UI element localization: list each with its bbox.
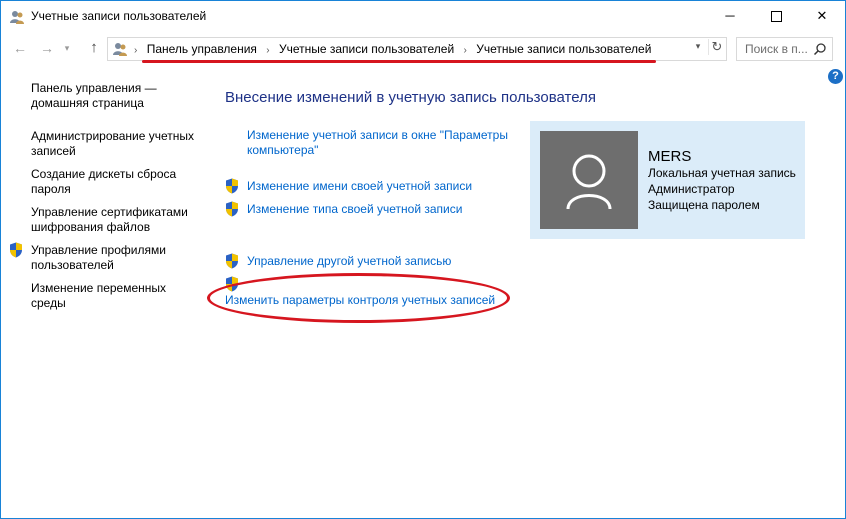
uac-shield-icon xyxy=(226,201,238,217)
sidebar-item-label: Управление сертификатами xyxy=(31,205,188,219)
back-button[interactable]: ← xyxy=(11,38,29,58)
task-label: Изменение учетной записи в окне "Парамет… xyxy=(247,128,508,142)
sidebar-item-label: Администрирование учетных xyxy=(31,129,195,143)
user-account-panel: MERS Локальная учетная запись Администра… xyxy=(530,121,805,239)
control-panel-users-icon xyxy=(113,43,127,56)
task-change-account-type[interactable]: Изменение типа своей учетной записи xyxy=(247,202,462,217)
sidebar-item-label: среды xyxy=(31,296,66,310)
highlight-ellipse-annotation xyxy=(207,273,510,323)
sidebar-item-label: пользователей xyxy=(31,258,114,272)
forward-button[interactable]: → xyxy=(38,38,56,58)
task-manage-another-account[interactable]: Управление другой учетной записью xyxy=(247,254,451,269)
minimize-icon: ─ xyxy=(725,8,735,23)
user-name: MERS xyxy=(648,148,692,165)
breadcrumb-control-panel[interactable]: Панель управления xyxy=(147,42,257,56)
refresh-icon[interactable]: ↻ xyxy=(708,39,725,55)
search-placeholder: Поиск в п... xyxy=(745,42,808,56)
window-title: Учетные записи пользователей xyxy=(31,9,207,23)
sidebar-item-password-reset-disk[interactable]: Создание дискеты сброса пароля xyxy=(31,167,176,197)
sidebar-item-label: Создание дискеты сброса xyxy=(31,167,177,181)
users-icon xyxy=(10,11,24,24)
task-change-account-in-settings[interactable]: Изменение учетной записи в окне "Парамет… xyxy=(247,128,508,158)
sidebar-item-environment-variables[interactable]: Изменение переменных среды xyxy=(31,281,166,311)
breadcrumb-user-accounts-current[interactable]: Учетные записи пользователей xyxy=(476,42,651,56)
account-type: Локальная учетная запись xyxy=(648,166,796,180)
address-dropdown-icon[interactable]: ▾ xyxy=(692,41,704,52)
sidebar-item-user-profiles[interactable]: Управление профилями пользователей xyxy=(31,243,166,273)
breadcrumb-user-accounts[interactable]: Учетные записи пользователей xyxy=(279,42,454,56)
breadcrumb: › Панель управления › Учетные записи пол… xyxy=(134,42,651,56)
search-icon[interactable] xyxy=(813,42,827,56)
breadcrumb-separator[interactable]: › xyxy=(266,45,269,56)
task-change-account-name[interactable]: Изменение имени своей учетной записи xyxy=(247,179,472,194)
sidebar-item-encryption-certificates[interactable]: Управление сертификатами шифрования файл… xyxy=(31,205,188,235)
uac-shield-icon xyxy=(226,178,238,194)
sidebar-item-label: записей xyxy=(31,144,76,158)
address-field[interactable]: › Панель управления › Учетные записи пол… xyxy=(107,37,727,61)
sidebar-item-label: пароля xyxy=(31,182,71,196)
uac-shield-icon xyxy=(10,242,22,258)
highlight-underline-annotation xyxy=(142,60,656,63)
control-panel-window: Учетные записи пользователей ─ ✕ ← → ▾ ↑… xyxy=(0,0,846,519)
sidebar-item-label: Изменение переменных xyxy=(31,281,167,295)
maximize-icon xyxy=(770,11,782,23)
breadcrumb-separator: › xyxy=(134,45,138,56)
page-title: Внесение изменений в учетную запись поль… xyxy=(225,89,596,106)
sidebar-item-label: шифрования файлов xyxy=(31,220,151,234)
close-icon: ✕ xyxy=(816,8,828,23)
sidebar-item-label: Панель управления — xyxy=(31,81,157,95)
avatar xyxy=(540,131,638,229)
user-info: MERS Локальная учетная запись Администра… xyxy=(648,149,796,213)
title-bar: Учетные записи пользователей ─ ✕ xyxy=(1,1,845,32)
account-role: Администратор xyxy=(648,182,735,196)
task-label: компьютера" xyxy=(247,143,319,157)
close-button[interactable]: ✕ xyxy=(799,1,845,32)
maximize-button[interactable] xyxy=(753,1,799,32)
sidebar-item-control-panel-home[interactable]: Панель управления — домашняя страница xyxy=(31,81,157,111)
sidebar-item-label: домашняя страница xyxy=(31,96,144,110)
user-silhouette-icon xyxy=(566,154,612,210)
breadcrumb-separator[interactable]: › xyxy=(464,45,467,56)
recent-locations-dropdown[interactable]: ▾ xyxy=(61,38,73,58)
password-status: Защищена паролем xyxy=(648,198,760,212)
sidebar-item-label: Управление профилями xyxy=(31,243,166,257)
up-button[interactable]: ↑ xyxy=(85,38,103,58)
search-input[interactable]: Поиск в п... xyxy=(736,37,833,61)
sidebar-item-manage-accounts[interactable]: Администрирование учетных записей xyxy=(31,129,194,159)
uac-shield-icon xyxy=(226,253,238,269)
minimize-button[interactable]: ─ xyxy=(707,1,753,32)
help-icon[interactable]: ? xyxy=(828,69,843,84)
